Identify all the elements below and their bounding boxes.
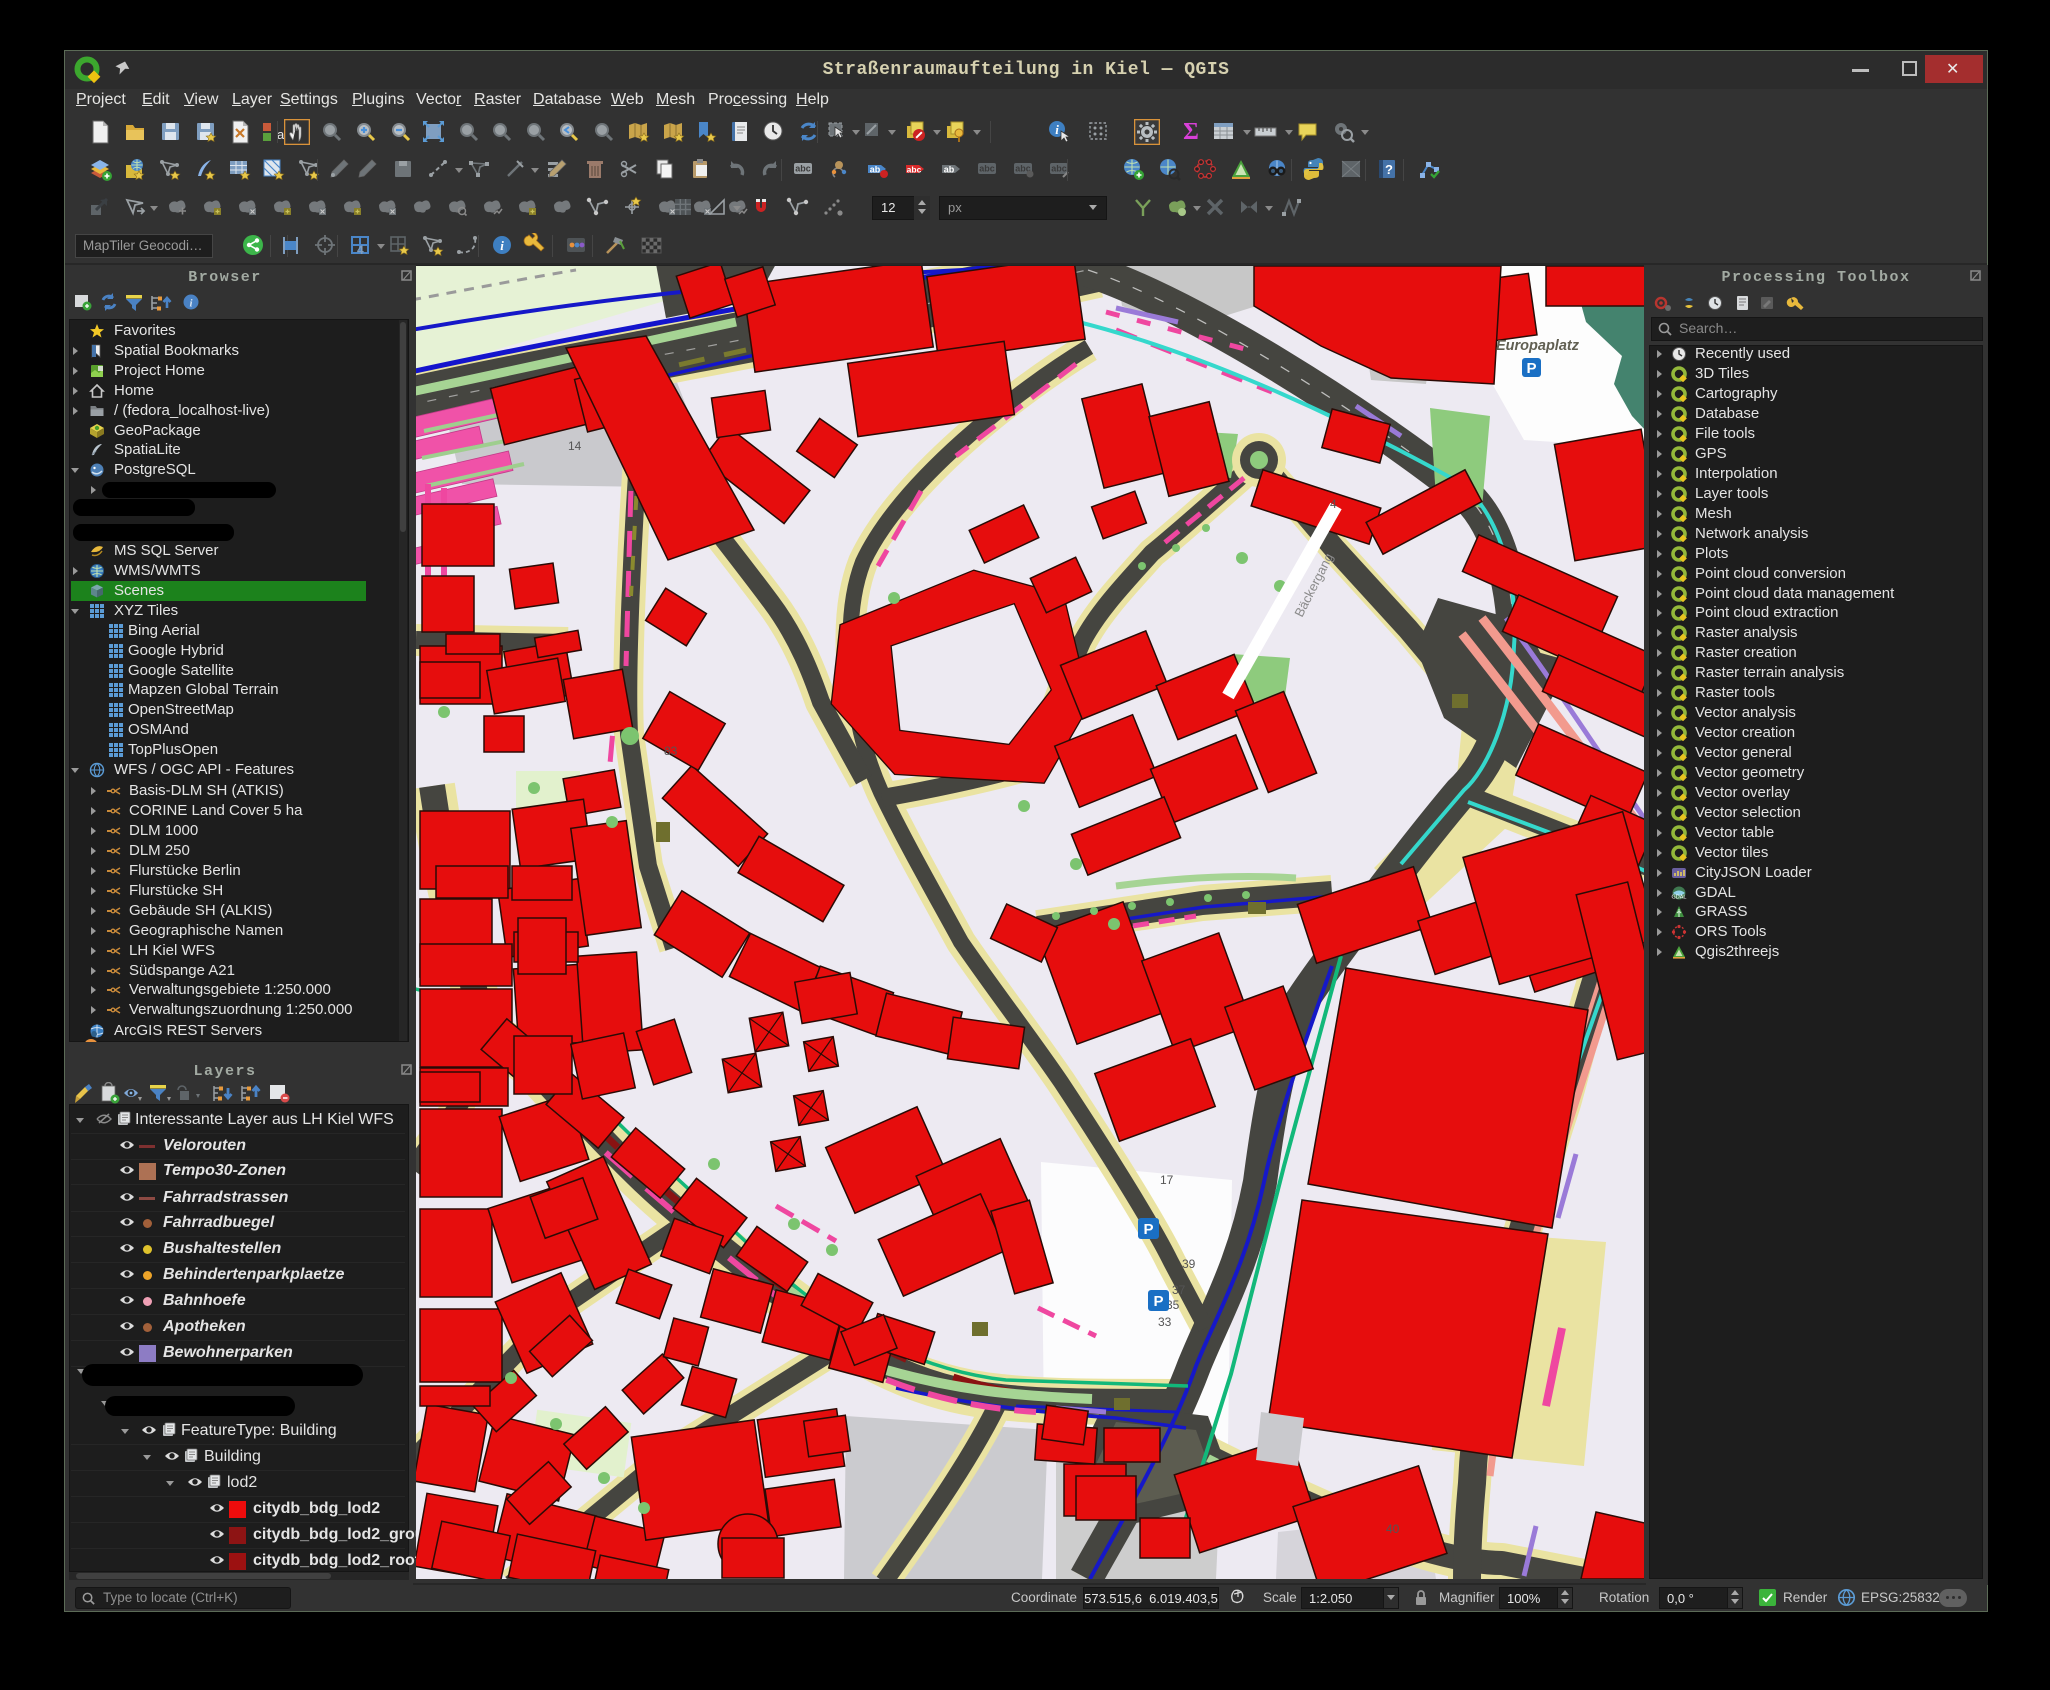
svg-text:37: 37 [1172, 1283, 1186, 1297]
svg-text:Europaplatz: Europaplatz [1496, 338, 1580, 354]
svg-text:40: 40 [1386, 1522, 1400, 1536]
svg-text:33: 33 [1158, 1315, 1172, 1329]
svg-text:17: 17 [1160, 1173, 1174, 1187]
svg-text:abc: abc [795, 164, 811, 174]
svg-text:ab: ab [870, 165, 881, 175]
svg-text:abc: abc [907, 165, 922, 175]
svg-text:P: P [1526, 360, 1536, 377]
svg-text:4: 4 [1330, 497, 1337, 511]
svg-text:4: 4 [357, 243, 364, 257]
svg-text:14: 14 [568, 439, 582, 453]
svg-text:?: ? [1385, 162, 1393, 177]
svg-text:39: 39 [1182, 1257, 1196, 1271]
svg-text:abc: abc [1051, 164, 1067, 174]
svg-text:83: 83 [664, 744, 678, 758]
svg-text:i: i [1055, 122, 1059, 137]
svg-text:Σ: Σ [1183, 119, 1199, 145]
svg-text:P: P [1143, 1221, 1153, 1238]
svg-text:P: P [1153, 1293, 1163, 1310]
svg-text:ab: ab [944, 165, 955, 175]
svg-text:i: i [500, 238, 504, 253]
svg-text:abc: abc [979, 164, 995, 174]
